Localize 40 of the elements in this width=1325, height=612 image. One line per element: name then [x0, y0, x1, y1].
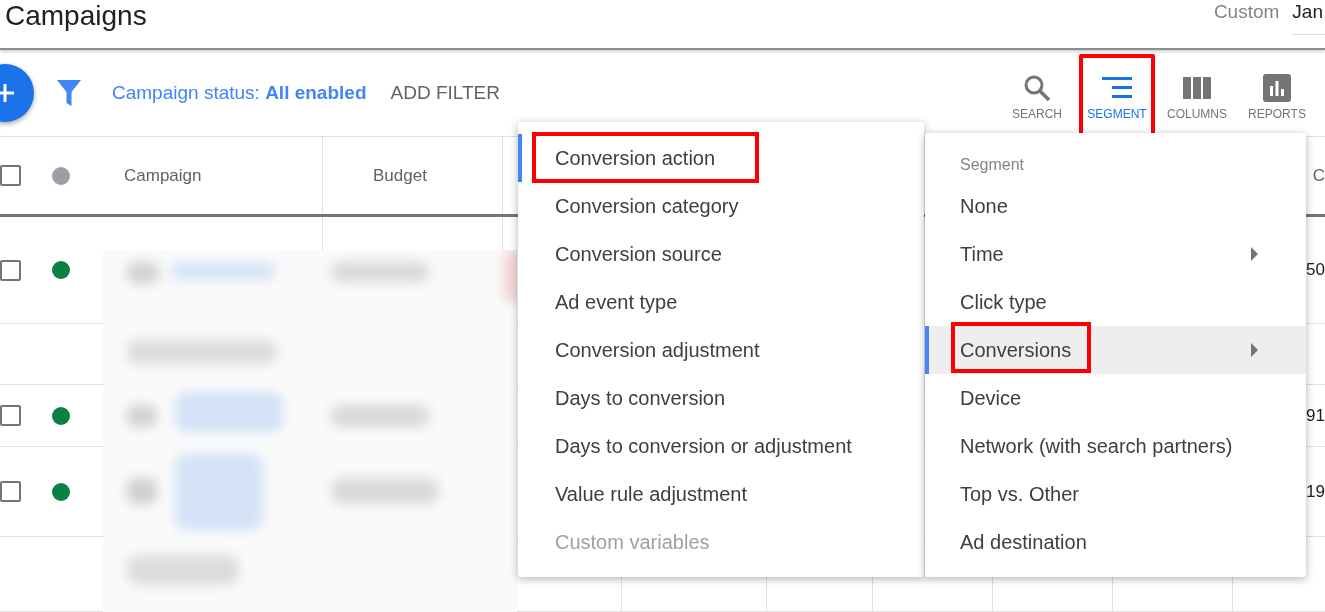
menu-item[interactable]: Conversion adjustment [518, 326, 924, 374]
column-header[interactable]: Campaign [124, 165, 202, 186]
menu-item[interactable]: Ad destination [925, 518, 1306, 566]
menu-item[interactable]: Value rule adjustment [518, 470, 924, 518]
lines-icon [1102, 77, 1132, 98]
date-range-label: Custom [1213, 1, 1280, 23]
columns-button[interactable]: COLUMNS [1159, 54, 1235, 137]
status-dot-icon[interactable] [52, 166, 70, 185]
menu-item[interactable]: Conversion source [518, 230, 924, 278]
filter-icon[interactable] [57, 80, 81, 106]
search-button[interactable]: SEARCH [999, 54, 1075, 137]
checkbox[interactable] [0, 165, 21, 186]
bar-chart-icon [1263, 73, 1291, 102]
table-cell: 91 [1306, 405, 1325, 426]
table-cell: 50 [1306, 260, 1325, 280]
menu-item[interactable]: None [925, 182, 1306, 230]
checkbox[interactable] [0, 405, 21, 426]
menu-item[interactable]: Time [925, 230, 1306, 278]
checkbox[interactable] [0, 259, 21, 281]
checkbox[interactable] [0, 481, 21, 502]
column-header[interactable]: C [1312, 165, 1325, 186]
menu-item[interactable]: Conversion action [518, 134, 924, 182]
menu-item[interactable]: Network (with search partners) [925, 422, 1306, 470]
add-filter-button[interactable]: ADD FILTER [390, 82, 500, 104]
filter-link[interactable]: Campaign status: All enabled [112, 82, 367, 104]
menu-item[interactable]: Days to conversion or adjustment [518, 422, 924, 470]
menu-item[interactable]: Ad event type [518, 278, 924, 326]
date-range-field[interactable]: Jan [1292, 1, 1325, 35]
columns-icon [1183, 76, 1211, 99]
menu-item[interactable]: Click type [925, 278, 1306, 326]
menu-item[interactable]: Device [925, 374, 1306, 422]
column-header[interactable]: Budget [373, 165, 427, 186]
plus-icon [0, 84, 14, 102]
menu-item[interactable]: Days to conversion [518, 374, 924, 422]
table-cell: 19 [1306, 481, 1325, 502]
menu-header: Segment [959, 155, 1026, 175]
menu-item[interactable]: Conversion category [518, 182, 924, 230]
search-icon [1023, 73, 1051, 102]
page-title: Campaigns [4, 0, 147, 32]
menu-item[interactable]: Top vs. Other [925, 470, 1306, 518]
